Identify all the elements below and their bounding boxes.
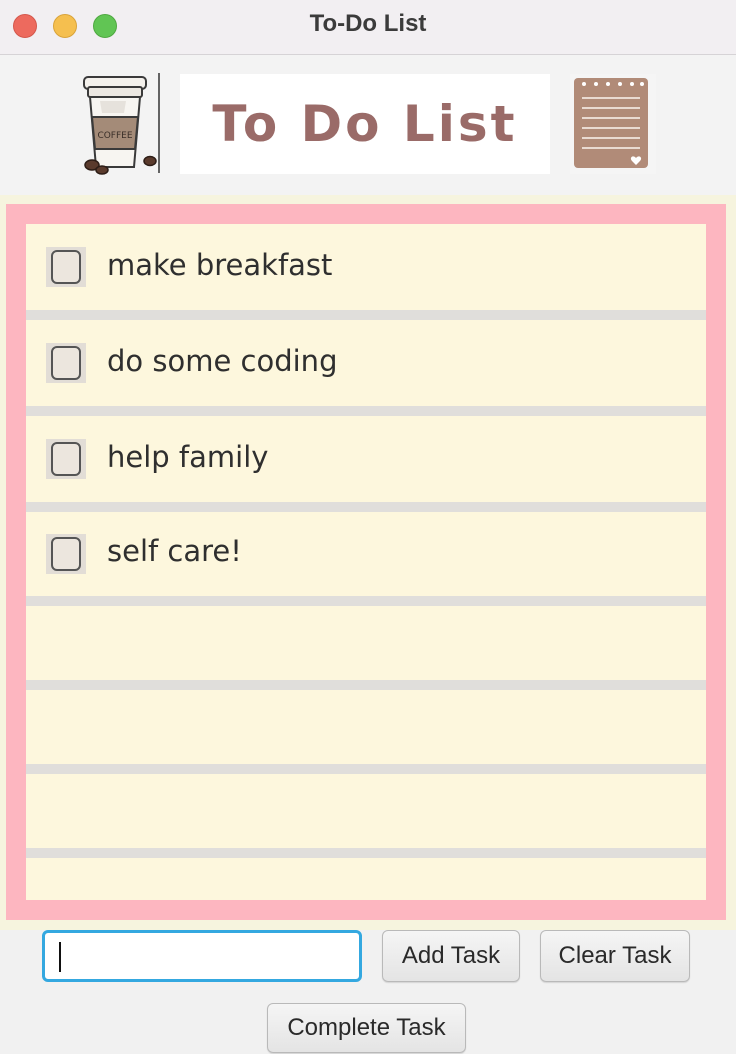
row-divider <box>26 680 706 690</box>
task-row[interactable]: help family <box>26 416 706 502</box>
add-task-button[interactable]: Add Task <box>382 930 520 982</box>
task-checkbox[interactable] <box>46 247 86 287</box>
empty-row <box>26 690 706 764</box>
row-divider <box>26 848 706 858</box>
task-label: do some coding <box>107 344 338 378</box>
row-divider <box>26 596 706 606</box>
coffee-cup-icon: COFFEE <box>83 73 160 175</box>
text-caret <box>59 942 61 972</box>
empty-row <box>26 606 706 680</box>
header: COFFEE To Do List <box>0 55 736 195</box>
task-checkbox[interactable] <box>46 343 86 383</box>
task-checkbox[interactable] <box>46 439 86 479</box>
task-list: make breakfast do some coding help famil… <box>26 224 706 900</box>
new-task-input[interactable] <box>42 930 362 982</box>
coffee-cup-text: COFFEE <box>97 131 132 141</box>
task-row[interactable]: make breakfast <box>26 224 706 310</box>
task-label: self care! <box>107 534 242 568</box>
task-list-frame: make breakfast do some coding help famil… <box>6 204 726 920</box>
row-divider <box>26 406 706 416</box>
task-list-area: make breakfast do some coding help famil… <box>0 195 736 930</box>
title-bar: To-Do List <box>0 0 736 55</box>
task-row[interactable]: do some coding <box>26 320 706 406</box>
checkbox-box <box>51 537 81 571</box>
empty-row <box>26 774 706 848</box>
checkbox-box <box>51 442 81 476</box>
clear-task-button[interactable]: Clear Task <box>540 930 690 982</box>
row-divider <box>26 764 706 774</box>
banner-title: To Do List <box>212 95 518 153</box>
window-title: To-Do List <box>309 10 427 37</box>
task-label: help family <box>107 440 269 474</box>
task-row[interactable]: self care! <box>26 512 706 596</box>
checkbox-box <box>51 346 81 380</box>
task-checkbox[interactable] <box>46 534 86 574</box>
banner: To Do List <box>180 74 550 174</box>
todo-window: To-Do List COFFEE To Do List make breakf… <box>0 0 736 1054</box>
row-divider <box>26 310 706 320</box>
empty-row <box>26 858 706 900</box>
row-divider <box>26 502 706 512</box>
controls: Add Task Clear Task Complete Task <box>0 930 736 1054</box>
complete-task-button[interactable]: Complete Task <box>267 1003 466 1053</box>
checkbox-box <box>51 250 81 284</box>
notepad-icon <box>570 74 656 174</box>
task-label: make breakfast <box>107 248 333 282</box>
